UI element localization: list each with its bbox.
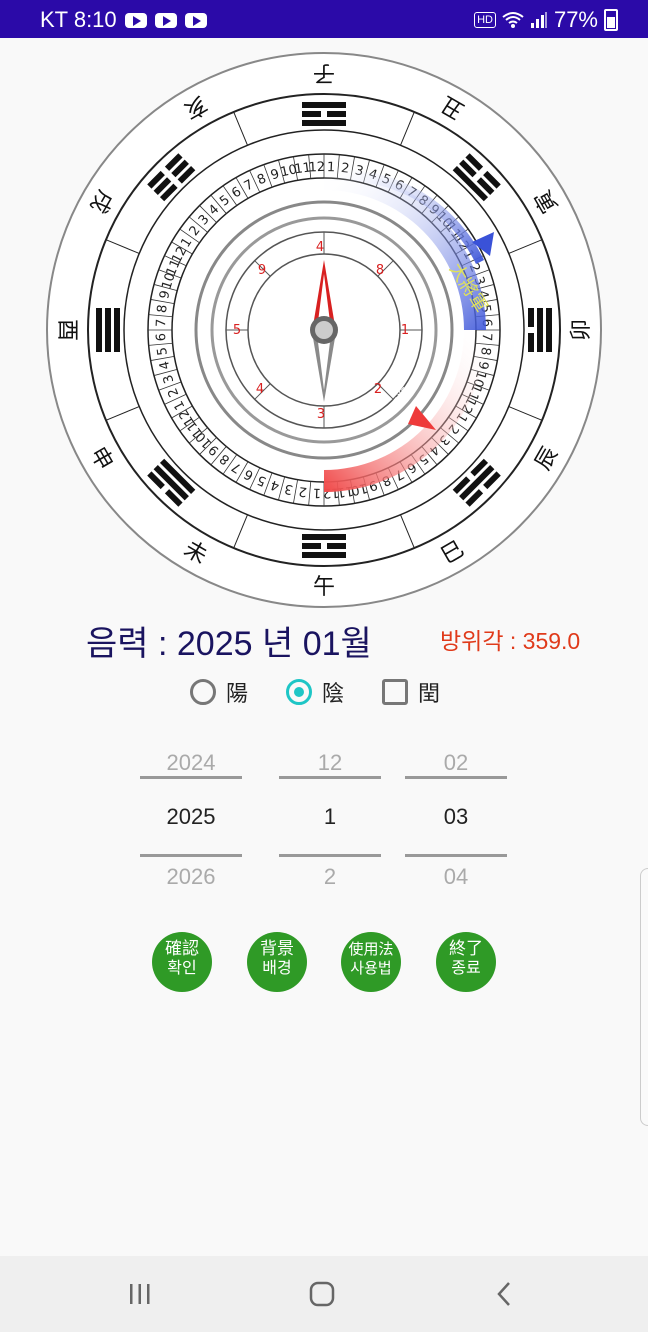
- background-hanja: 背景: [260, 939, 294, 959]
- edge-panel-handle[interactable]: [640, 868, 648, 1126]
- exit-hangul: 종료: [451, 958, 481, 977]
- ring-number: 12: [308, 160, 325, 176]
- signal-icon: [530, 12, 547, 28]
- picker-divider: [279, 854, 381, 857]
- recent-apps-icon: [130, 1284, 150, 1304]
- hd-icon: HD: [474, 12, 496, 28]
- status-bar: KT 8:10 HD 77%: [0, 0, 648, 38]
- leap-option[interactable]: 閏: [382, 676, 440, 708]
- yin-radio[interactable]: [286, 679, 312, 705]
- year-picker[interactable]: 2024 2025 2026: [140, 742, 242, 892]
- confirm-button[interactable]: 確認 확인: [152, 932, 212, 992]
- branch-label: 酉: [54, 319, 79, 341]
- ring-number: 1: [312, 485, 321, 500]
- inner-number-e: 1: [401, 323, 409, 338]
- youtube-icon: [184, 12, 207, 28]
- navigation-bar: [0, 1256, 648, 1332]
- yin-label: 陰: [322, 682, 345, 707]
- day-next[interactable]: 04: [405, 864, 507, 890]
- inner-number-ne: 8: [376, 263, 384, 278]
- month-value[interactable]: 1: [279, 804, 381, 830]
- usage-hangul: 사용법: [350, 959, 392, 977]
- month-picker[interactable]: 12 1 2: [279, 742, 381, 892]
- ring-number: 7: [154, 318, 169, 327]
- confirm-hanja: 確認: [165, 939, 199, 959]
- leap-label: 閏: [418, 682, 441, 707]
- branch-label: 卯: [569, 319, 594, 341]
- day-value[interactable]: 03: [405, 804, 507, 830]
- exit-button[interactable]: 終了 종료: [436, 932, 496, 992]
- inner-number-w: 5: [233, 323, 241, 338]
- picker-divider: [405, 854, 507, 857]
- yang-option[interactable]: 陽: [190, 676, 248, 708]
- year-next[interactable]: 2026: [140, 864, 242, 890]
- youtube-icon: [124, 12, 147, 28]
- inner-number-nw: 9: [258, 263, 266, 278]
- picker-divider: [405, 776, 507, 779]
- yang-radio[interactable]: [190, 679, 216, 705]
- trigram: [96, 308, 120, 352]
- picker-divider: [279, 776, 381, 779]
- back-button[interactable]: [474, 1276, 534, 1312]
- month-prev[interactable]: 12: [279, 750, 381, 776]
- month-next[interactable]: 2: [279, 864, 381, 890]
- yang-label: 陽: [226, 682, 249, 707]
- day-prev[interactable]: 02: [405, 750, 507, 776]
- inner-number-n: 4: [316, 240, 324, 255]
- inner-number-sw: 4: [256, 382, 264, 397]
- wifi-icon: [502, 12, 524, 28]
- back-icon: [497, 1282, 510, 1306]
- day-picker[interactable]: 02 03 04: [405, 742, 507, 892]
- battery-icon: [604, 9, 618, 31]
- feng-shui-compass[interactable]: 1234567891011121234567891011121234567891…: [44, 50, 604, 610]
- recent-apps-button[interactable]: [110, 1276, 170, 1312]
- inner-number-s: 3: [317, 407, 325, 422]
- year-prev[interactable]: 2024: [140, 750, 242, 776]
- branch-label: 子: [313, 60, 335, 85]
- exit-hanja: 終了: [449, 939, 483, 959]
- home-button[interactable]: [292, 1276, 352, 1312]
- usage-hanja: 使用法: [348, 940, 394, 958]
- background-button[interactable]: 背景 배경: [247, 932, 307, 992]
- home-icon: [309, 1281, 335, 1307]
- usage-button[interactable]: 使用法 사용법: [341, 932, 401, 992]
- branch-label: 午: [313, 575, 335, 600]
- calendar-options: 陽 陰 閏: [0, 676, 648, 710]
- background-hangul: 배경: [262, 958, 292, 977]
- lunar-date-title: 음력 : 2025 년 01월: [86, 625, 372, 663]
- yin-option[interactable]: 陰: [286, 676, 344, 708]
- ring-number: 6: [154, 333, 169, 342]
- year-value[interactable]: 2025: [140, 804, 242, 830]
- battery-percent: 77%: [553, 7, 598, 32]
- leap-checkbox[interactable]: [382, 679, 408, 705]
- picker-divider: [140, 776, 242, 779]
- confirm-hangul: 확인: [167, 958, 197, 977]
- inner-number-se: 2: [374, 382, 382, 397]
- carrier-time: KT 8:10: [40, 7, 117, 32]
- picker-divider: [140, 854, 242, 857]
- youtube-icon: [154, 12, 177, 28]
- azimuth-readout: 방위각 : 359.0: [440, 628, 581, 654]
